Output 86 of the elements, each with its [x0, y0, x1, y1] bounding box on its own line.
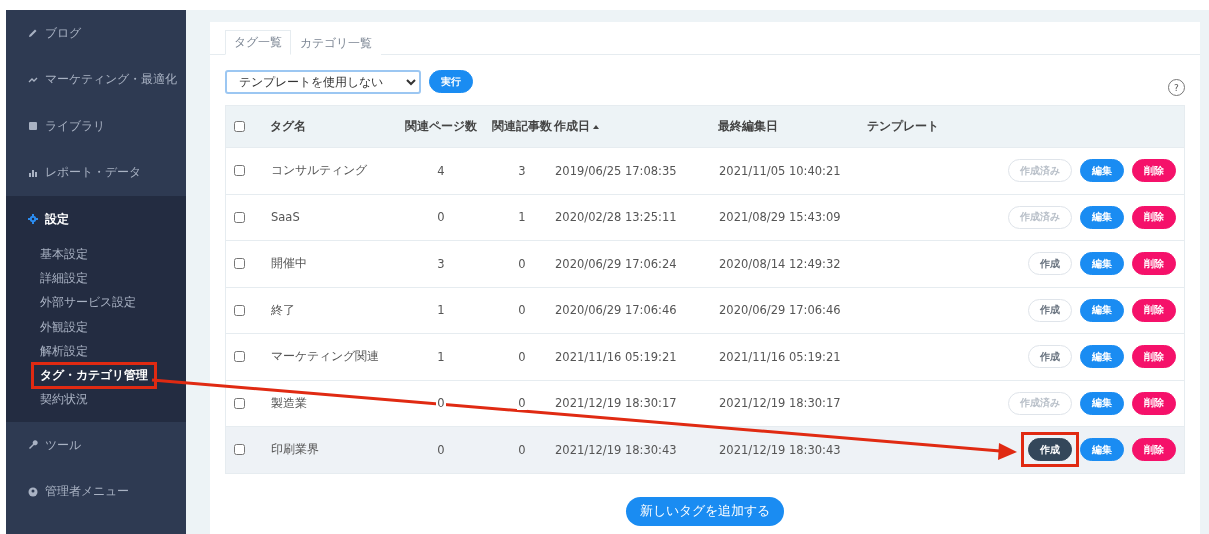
delete-button[interactable]: 削除 — [1132, 345, 1176, 369]
row-checkbox[interactable] — [234, 351, 245, 363]
table-cell: 0 — [436, 442, 446, 457]
sidebar-item[interactable]: 設定 — [6, 196, 186, 243]
table-cell: 2021/11/05 10:40:21 — [718, 163, 842, 178]
create-button[interactable]: 作成 — [1028, 438, 1072, 462]
edit-button[interactable]: 編集 — [1080, 391, 1124, 415]
sidebar-subitem[interactable]: 解析設定 — [40, 343, 88, 359]
table-cell: 0 — [517, 396, 527, 411]
wrench-icon — [28, 440, 38, 451]
sidebar-item[interactable]: レポート・データ — [6, 149, 186, 196]
edit-button[interactable]: 編集 — [1080, 159, 1124, 183]
image-icon — [28, 121, 38, 132]
add-tag-button[interactable]: 新しいタグを追加する — [626, 496, 784, 526]
row-checkbox[interactable] — [234, 258, 245, 270]
table-cell: 2021/11/16 05:19:21 — [718, 349, 842, 364]
delete-button[interactable]: 削除 — [1132, 252, 1176, 276]
sidebar-item[interactable]: ライブラリ — [6, 103, 186, 150]
table-cell: 3 — [436, 256, 446, 271]
table-cell: 2021/12/19 18:30:43 — [554, 442, 678, 457]
table-cell: 3 — [517, 163, 527, 178]
delete-button[interactable]: 削除 — [1132, 159, 1176, 183]
edit-button[interactable]: 編集 — [1080, 438, 1124, 462]
sidebar-item[interactable]: ツール — [6, 421, 186, 469]
column-header[interactable]: 作成日 — [554, 118, 718, 135]
create-button[interactable]: 作成 — [1028, 345, 1072, 369]
table-cell: 終了 — [270, 302, 296, 318]
table-cell: コンサルティング — [270, 163, 368, 179]
table-cell: 2020/06/29 17:06:46 — [554, 303, 678, 318]
table-cell: 製造業 — [270, 395, 308, 411]
table-cell: 4 — [436, 163, 446, 178]
table-cell: 1 — [436, 349, 446, 364]
table-cell: 2021/12/19 18:30:17 — [718, 396, 842, 411]
template-select[interactable]: テンプレートを使用しない — [225, 69, 421, 94]
create-button[interactable]: 作成 — [1028, 298, 1072, 322]
table-cell: 2021/12/19 18:30:17 — [554, 396, 678, 411]
sidebar-subitem[interactable]: 契約状況 — [40, 392, 88, 408]
sidebar-item[interactable]: 管理者メニュー — [6, 468, 186, 515]
table-cell: 印刷業界 — [270, 442, 320, 458]
create-button[interactable]: 作成 — [1028, 252, 1072, 276]
run-button[interactable]: 実行 — [429, 70, 473, 93]
delete-button[interactable]: 削除 — [1132, 438, 1176, 462]
table-cell: 2020/08/14 12:49:32 — [718, 256, 842, 271]
row-checkbox[interactable] — [234, 304, 245, 316]
edit-button[interactable]: 編集 — [1080, 252, 1124, 276]
row-checkbox[interactable] — [234, 444, 245, 456]
row-checkbox[interactable] — [234, 211, 245, 223]
settings-icon — [28, 214, 38, 225]
row-checkbox[interactable] — [234, 165, 245, 177]
edit-button[interactable]: 編集 — [1080, 298, 1124, 322]
sidebar-subitem[interactable]: タグ・カテゴリ管理 — [31, 362, 157, 390]
sidebar-subitem[interactable]: 外観設定 — [40, 319, 88, 335]
sidebar-subitem[interactable]: 外部サービス設定 — [40, 295, 136, 311]
user-icon — [28, 486, 38, 497]
pencil-icon — [28, 28, 38, 39]
sidebar-item[interactable]: マーケティング・最適化 — [6, 56, 186, 103]
table-cell: 2021/08/29 15:43:09 — [718, 210, 842, 225]
table-cell: 0 — [517, 349, 527, 364]
column-header[interactable]: 関連記事数 — [490, 118, 554, 135]
table-cell: 2019/06/25 17:08:35 — [554, 163, 678, 178]
table-cell: 2021/12/19 18:30:43 — [718, 442, 842, 457]
column-header[interactable]: 関連ページ数 — [392, 118, 490, 135]
delete-button[interactable]: 削除 — [1132, 391, 1176, 415]
sidebar-item[interactable]: ブログ — [6, 10, 186, 57]
delete-button[interactable]: 削除 — [1132, 298, 1176, 322]
sort-icon — [593, 124, 599, 129]
row-checkbox[interactable] — [234, 397, 245, 409]
column-header[interactable]: タグ名 — [270, 118, 392, 135]
edit-button[interactable]: 編集 — [1080, 205, 1124, 229]
table-cell: 開催中 — [270, 256, 308, 272]
table-cell: 0 — [517, 256, 527, 271]
table-cell: 2020/02/28 13:25:11 — [554, 210, 678, 225]
sidebar-subitem[interactable]: 基本設定 — [40, 247, 88, 263]
select-all-checkbox[interactable] — [234, 121, 245, 132]
table-cell: 2021/11/16 05:19:21 — [554, 349, 678, 364]
table-cell: マーケティング関連 — [270, 349, 380, 365]
table-cell: 2020/06/29 17:06:24 — [554, 256, 678, 271]
edit-button[interactable]: 編集 — [1080, 345, 1124, 369]
table-cell: 0 — [517, 442, 527, 457]
sidebar-subitem[interactable]: 詳細設定 — [40, 271, 88, 287]
table-cell: 2020/06/29 17:06:46 — [718, 303, 842, 318]
column-header[interactable]: 最終編集日 — [718, 118, 867, 135]
delete-button[interactable]: 削除 — [1132, 205, 1176, 229]
tab[interactable]: タグ一覧 — [225, 30, 291, 55]
column-header[interactable]: テンプレート — [867, 118, 1176, 135]
bar-chart-icon — [28, 167, 38, 178]
